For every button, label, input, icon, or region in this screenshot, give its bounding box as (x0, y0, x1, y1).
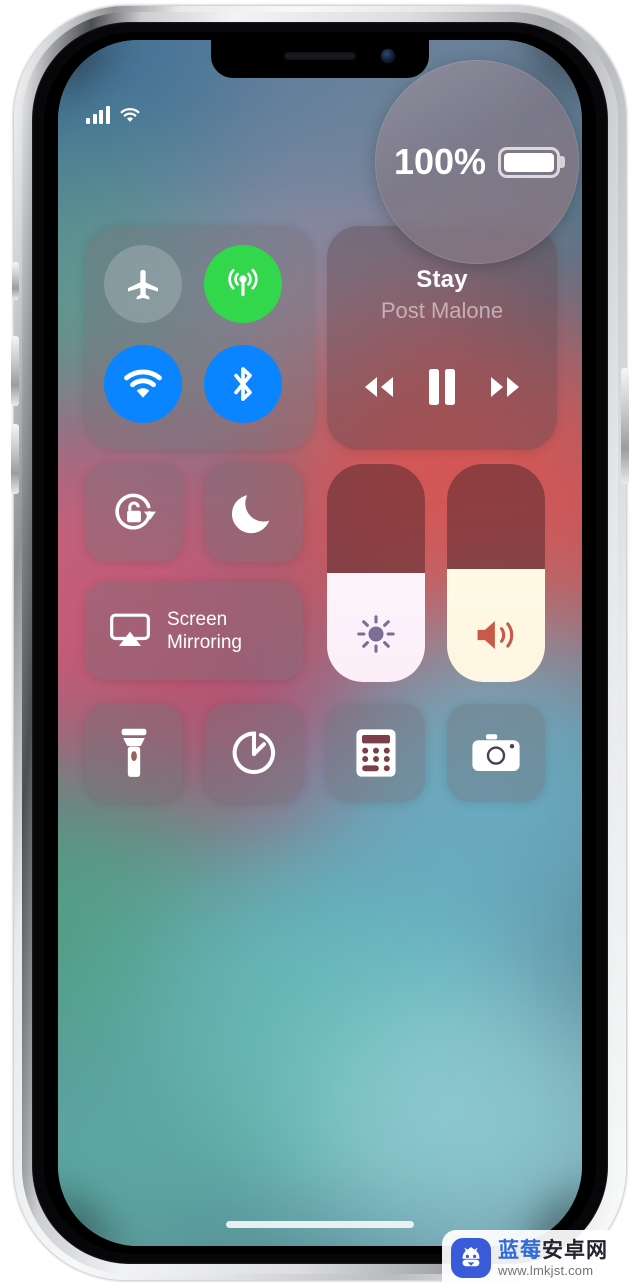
battery-magnifier-overlay: 100% (375, 60, 579, 264)
pause-icon[interactable] (425, 367, 459, 407)
home-indicator[interactable] (226, 1221, 414, 1228)
volume-icon (477, 620, 514, 650)
wifi-icon (124, 369, 162, 398)
now-playing-title: Stay (416, 266, 468, 293)
airplane-mode-toggle[interactable] (104, 245, 182, 323)
fast-forward-icon[interactable] (484, 372, 528, 402)
ringer-switch-button[interactable] (12, 262, 19, 300)
screen-mirroring-line1: Screen (167, 609, 228, 630)
wifi-icon (120, 107, 139, 122)
timer-button[interactable] (205, 704, 303, 802)
cellular-data-icon (228, 268, 258, 297)
now-playing-artist: Post Malone (380, 298, 504, 323)
timer-icon (232, 731, 276, 775)
now-playing-controls (327, 352, 557, 422)
bluetooth-toggle[interactable] (204, 345, 282, 423)
android-robot-crown-logo-icon (451, 1238, 491, 1278)
notch (211, 40, 429, 78)
screen-mirroring-label: Screen Mirroring (167, 608, 242, 654)
site-watermark: 蓝莓安卓网 www.lmkjst.com (442, 1230, 640, 1286)
screenshot-root: Stay Post Malone Screen Mirroring 100% 蓝… (0, 0, 640, 1286)
airplay-icon (110, 613, 150, 646)
brightness-icon (357, 615, 395, 653)
battery-full-icon (498, 146, 561, 178)
watermark-brand-blue: 蓝莓 (498, 1238, 542, 1262)
cellular-data-toggle[interactable] (204, 245, 282, 323)
camera-button[interactable] (447, 704, 545, 802)
brightness-slider[interactable] (327, 464, 425, 682)
rotation-lock-toggle[interactable] (85, 464, 183, 562)
moon-icon (232, 495, 270, 534)
airplane-icon (128, 269, 158, 300)
volume-down-button[interactable] (11, 424, 19, 494)
do-not-disturb-toggle[interactable] (205, 464, 303, 562)
phone-screen: Stay Post Malone Screen Mirroring 100% (58, 40, 582, 1246)
cellular-signal-bars-icon (86, 106, 110, 124)
screen-mirroring-button[interactable]: Screen Mirroring (85, 582, 303, 680)
battery-percent-label: 100% (393, 141, 487, 182)
rotation-lock-icon (115, 493, 156, 530)
camera-icon (472, 734, 520, 771)
wifi-toggle[interactable] (104, 345, 182, 423)
volume-up-button[interactable] (11, 336, 19, 406)
flashlight-icon (121, 728, 147, 777)
watermark-url: www.lmkjst.com (498, 1262, 594, 1278)
front-camera-icon (381, 49, 395, 63)
bluetooth-icon (234, 367, 252, 401)
connectivity-module (85, 226, 315, 450)
power-button[interactable] (621, 368, 629, 484)
calculator-icon (356, 729, 396, 777)
flashlight-button[interactable] (85, 704, 183, 802)
watermark-brand-dark: 安卓网 (542, 1238, 608, 1262)
now-playing-module: Stay Post Malone (327, 226, 557, 450)
speaker-grille-icon (284, 52, 356, 60)
volume-slider[interactable] (447, 464, 545, 682)
rewind-icon[interactable] (356, 372, 400, 402)
screen-mirroring-line2: Mirroring (167, 632, 242, 653)
calculator-button[interactable] (327, 704, 425, 802)
